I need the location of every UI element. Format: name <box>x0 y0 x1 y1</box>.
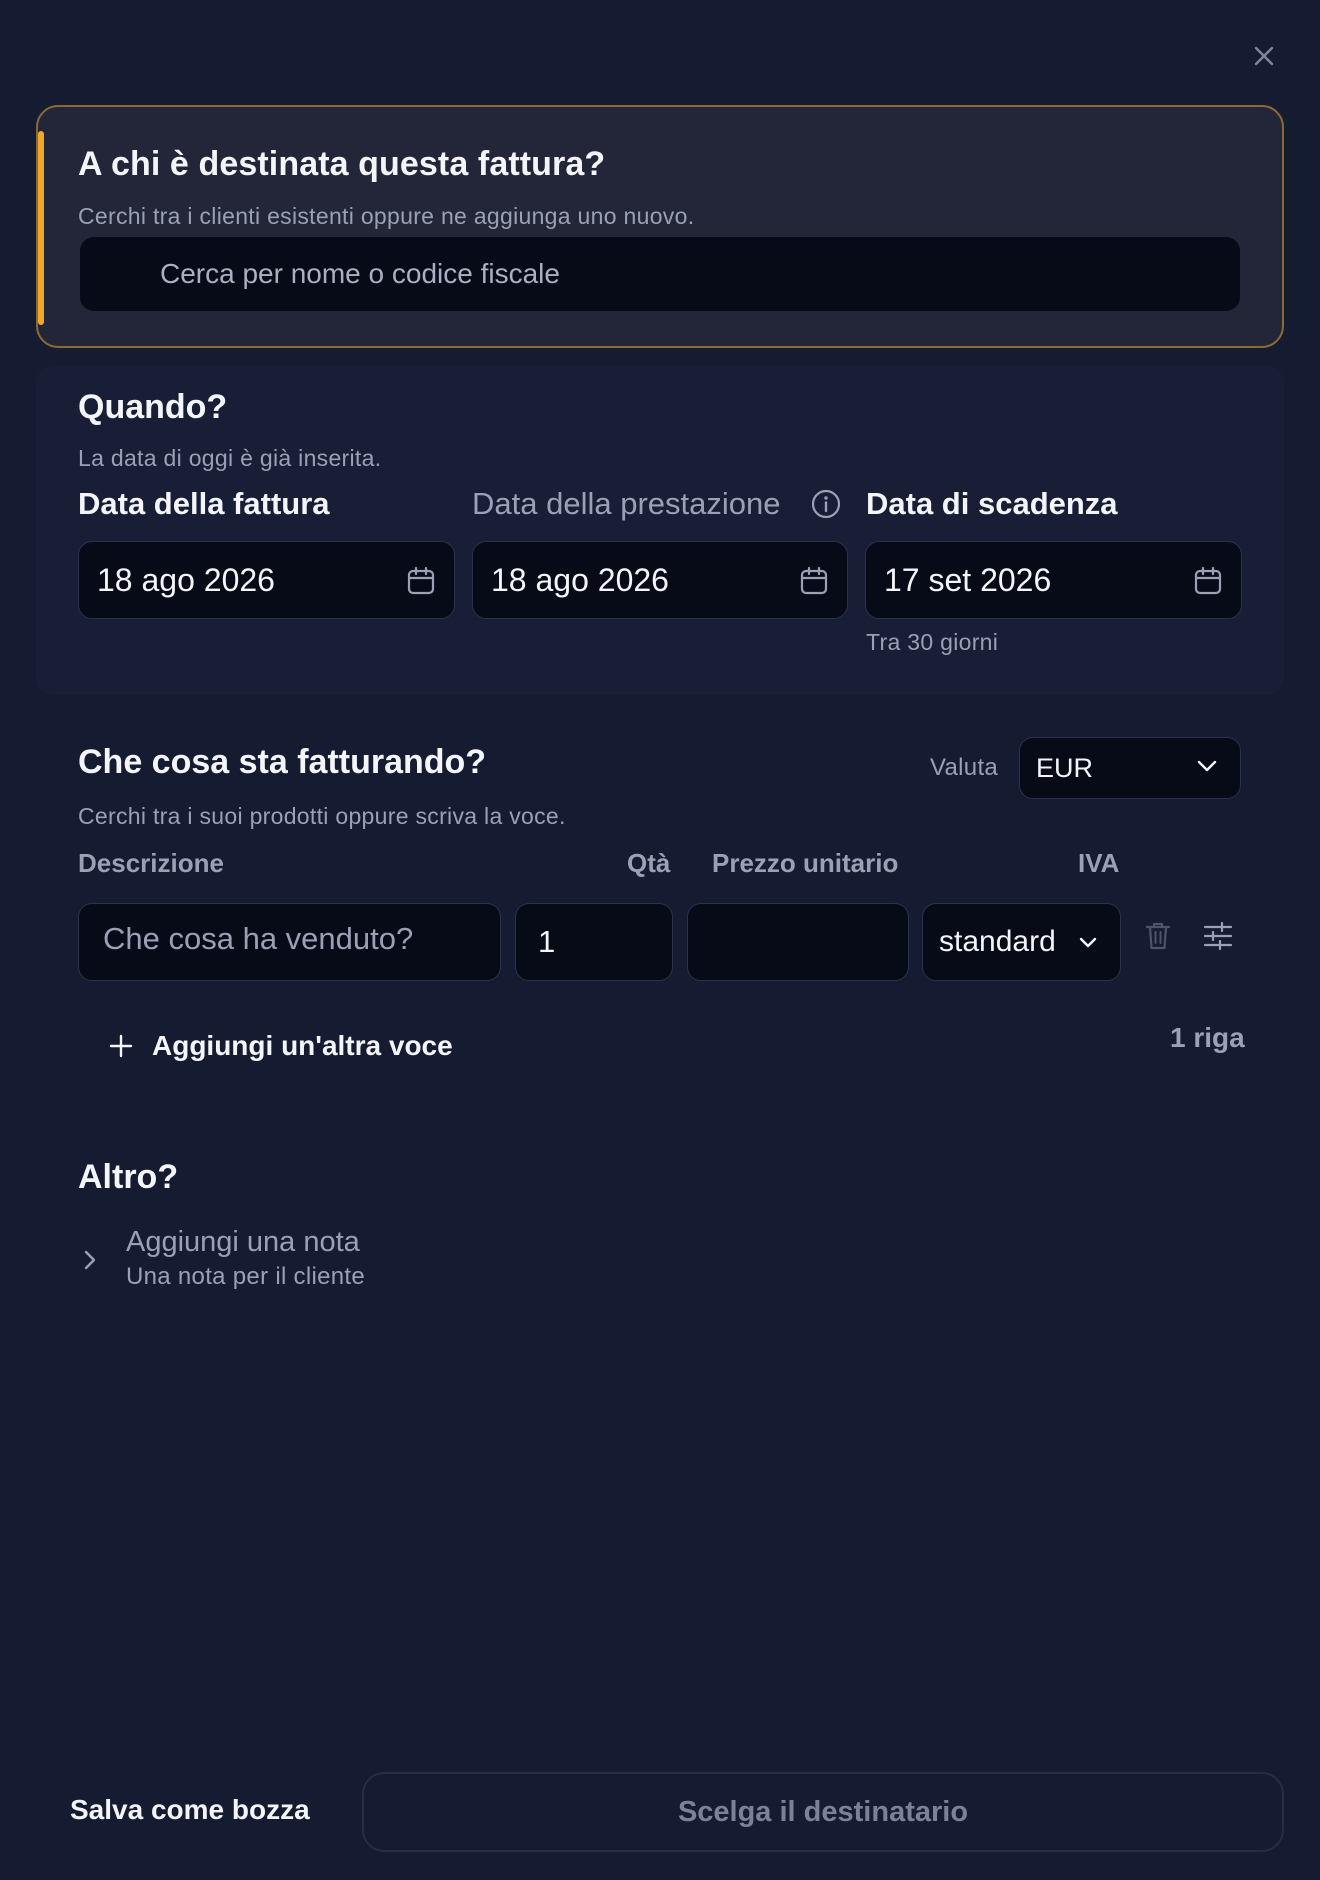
invoice-date-field[interactable]: 18 ago 2026 <box>78 541 455 619</box>
column-quantity: Qtà <box>627 848 671 878</box>
column-unit-price: Prezzo unitario <box>712 848 899 878</box>
recipient-subtitle: Cerchi tra i clienti esistenti oppure ne… <box>78 203 695 229</box>
service-date-field[interactable]: 18 ago 2026 <box>472 541 848 619</box>
line-options-button[interactable] <box>1200 918 1236 954</box>
currency-select[interactable]: EUR <box>1019 737 1241 799</box>
add-note-title: Aggiungi una nota <box>126 1226 360 1258</box>
delete-line-button[interactable] <box>1142 918 1174 954</box>
sliders-icon <box>1203 921 1233 951</box>
line-vat-select[interactable]: standard <box>922 903 1121 981</box>
close-icon <box>1254 46 1274 66</box>
chevron-down-icon <box>1197 760 1217 772</box>
calendar-icon <box>407 566 435 595</box>
column-vat: IVA <box>1078 848 1120 878</box>
column-description: Descrizione <box>78 848 224 878</box>
line-vat-value: standard <box>939 925 1056 958</box>
line-description-field <box>78 903 501 981</box>
line-unit-price-field <box>687 903 909 981</box>
recipient-card: A chi è destinata questa fattura? Cerchi… <box>36 105 1284 348</box>
dates-subtitle: La data di oggi è già inserita. <box>78 445 382 471</box>
customer-search-input[interactable] <box>80 237 1240 311</box>
items-title: Che cosa sta fatturando? <box>78 743 487 781</box>
service-date-value: 18 ago 2026 <box>491 561 669 598</box>
invoice-date-value: 18 ago 2026 <box>97 561 275 598</box>
save-draft-button[interactable]: Salva come bozza <box>70 1794 310 1826</box>
info-icon[interactable] <box>810 488 842 520</box>
recipient-title: A chi è destinata questa fattura? <box>78 145 606 183</box>
add-line-button[interactable]: Aggiungi un'altra voce <box>108 1030 453 1062</box>
due-date-label: Data di scadenza <box>866 486 1118 521</box>
add-note-subtitle: Una nota per il cliente <box>126 1263 366 1290</box>
recipient-accent-bar <box>38 131 44 325</box>
due-date-hint: Tra 30 giorni <box>866 629 999 655</box>
plus-icon <box>109 1034 133 1058</box>
customer-search-field <box>80 237 1240 311</box>
dates-title: Quando? <box>78 388 228 426</box>
currency-value: EUR <box>1036 752 1094 783</box>
calendar-icon <box>800 566 828 595</box>
choose-recipient-button[interactable]: Scelga il destinatario <box>362 1772 1284 1852</box>
invoice-date-label: Data della fattura <box>78 486 330 521</box>
add-note-toggle[interactable]: Aggiungi una nota Una nota per il client… <box>80 1226 480 1296</box>
items-subtitle: Cerchi tra i suoi prodotti oppure scriva… <box>78 803 566 829</box>
invoice-editor-panel: A chi è destinata questa fattura? Cerchi… <box>0 0 1320 1880</box>
close-button[interactable] <box>1248 40 1280 72</box>
other-title: Altro? <box>78 1158 179 1196</box>
add-line-label: Aggiungi un'altra voce <box>152 1030 453 1061</box>
due-date-field[interactable]: 17 set 2026 <box>865 541 1242 619</box>
choose-recipient-label: Scelga il destinatario <box>677 1795 969 1828</box>
calendar-icon <box>1194 566 1222 595</box>
due-date-value: 17 set 2026 <box>884 561 1052 598</box>
trash-icon <box>1145 922 1171 950</box>
chevron-right-icon <box>84 1250 96 1270</box>
line-quantity-field <box>515 903 673 981</box>
line-count: 1 riga <box>1170 1022 1245 1053</box>
line-unit-price-input[interactable] <box>688 904 908 980</box>
line-quantity-input[interactable] <box>516 904 672 980</box>
line-description-input[interactable] <box>79 904 500 980</box>
chevron-down-icon <box>1079 937 1097 948</box>
service-date-label: Data della prestazione <box>472 486 781 521</box>
currency-label: Valuta <box>930 754 999 781</box>
